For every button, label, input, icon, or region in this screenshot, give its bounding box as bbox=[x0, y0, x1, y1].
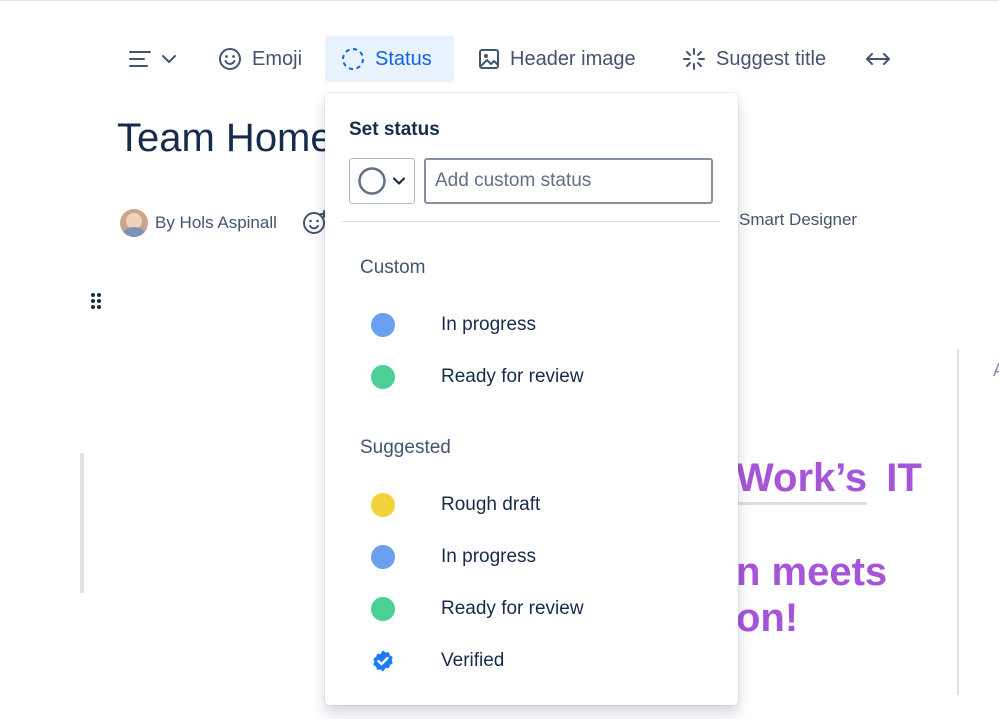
status-button[interactable]: Status bbox=[325, 36, 454, 82]
suggest-title-button[interactable]: Suggest title bbox=[676, 36, 846, 82]
suggested-section-title: Suggested bbox=[360, 437, 451, 458]
popup-title: Set status bbox=[349, 119, 440, 140]
suggest-title-label: Suggest title bbox=[716, 47, 827, 70]
column-divider bbox=[957, 349, 959, 695]
popup-divider bbox=[342, 221, 720, 222]
status-dot bbox=[371, 313, 395, 337]
full-width-button[interactable] bbox=[862, 36, 896, 82]
status-option-verified[interactable]: Verified bbox=[353, 639, 713, 683]
status-dot bbox=[371, 493, 395, 517]
status-dashed-circle-icon bbox=[342, 48, 364, 70]
status-dot bbox=[371, 365, 395, 389]
align-left-icon bbox=[129, 51, 151, 67]
content-heading-line-3: on! bbox=[736, 596, 799, 640]
byline-role: Smart Designer bbox=[739, 210, 858, 229]
status-option-label: In progress bbox=[441, 314, 537, 335]
avatar[interactable] bbox=[120, 209, 148, 237]
status-option-label: Rough draft bbox=[441, 494, 541, 515]
expand-width-icon bbox=[866, 53, 890, 65]
verified-badge-icon bbox=[373, 650, 393, 672]
status-option-label: Ready for review bbox=[441, 366, 584, 387]
status-option-label: In progress bbox=[441, 546, 537, 567]
status-option-label: Ready for review bbox=[441, 598, 584, 619]
sparkle-burst-icon bbox=[683, 48, 705, 70]
content-heading-text: IT bbox=[886, 456, 922, 500]
custom-status-input[interactable] bbox=[424, 158, 713, 204]
custom-section-title: Custom bbox=[360, 257, 426, 278]
empty-circle-icon bbox=[358, 167, 386, 195]
content-heading-line-1: Work’s IT bbox=[736, 456, 922, 505]
header-image-label: Header image bbox=[510, 47, 636, 70]
emoji-label: Emoji bbox=[252, 47, 303, 70]
status-dot bbox=[371, 545, 395, 569]
content-heading-line-2: n meets bbox=[736, 550, 888, 594]
chevron-down-icon bbox=[392, 177, 406, 185]
chevron-down-icon bbox=[162, 55, 176, 63]
byline: By Hols Aspinall bbox=[120, 208, 277, 238]
emoji-button[interactable]: Emoji bbox=[212, 36, 312, 82]
status-option-rough-draft[interactable]: Rough draft bbox=[353, 483, 713, 527]
status-label: Status bbox=[375, 47, 432, 70]
status-option-label: Verified bbox=[441, 650, 505, 671]
edge-text: A bbox=[993, 360, 999, 381]
status-dot bbox=[371, 597, 395, 621]
status-color-picker[interactable] bbox=[349, 158, 415, 204]
status-option-in-progress[interactable]: In progress bbox=[353, 535, 713, 579]
smiley-icon bbox=[219, 48, 241, 70]
image-icon bbox=[479, 49, 499, 69]
status-option-ready-for-review[interactable]: Ready for review bbox=[353, 587, 713, 631]
header-image-button[interactable]: Header image bbox=[472, 36, 654, 82]
byline-author: By Hols Aspinall bbox=[155, 213, 277, 232]
alignment-menu-button[interactable] bbox=[128, 36, 188, 82]
top-border bbox=[0, 0, 999, 1]
drag-handle-icon[interactable] bbox=[89, 292, 103, 310]
status-option-custom-ready-for-review[interactable]: Ready for review bbox=[353, 355, 713, 399]
page-title[interactable]: Team Home bbox=[117, 116, 333, 161]
status-option-custom-in-progress[interactable]: In progress bbox=[353, 303, 713, 347]
status-popup: Set status Custom In progress Ready for … bbox=[325, 93, 738, 705]
content-heading-link[interactable]: Work’s bbox=[736, 456, 868, 505]
scroll-bar[interactable] bbox=[80, 453, 84, 593]
